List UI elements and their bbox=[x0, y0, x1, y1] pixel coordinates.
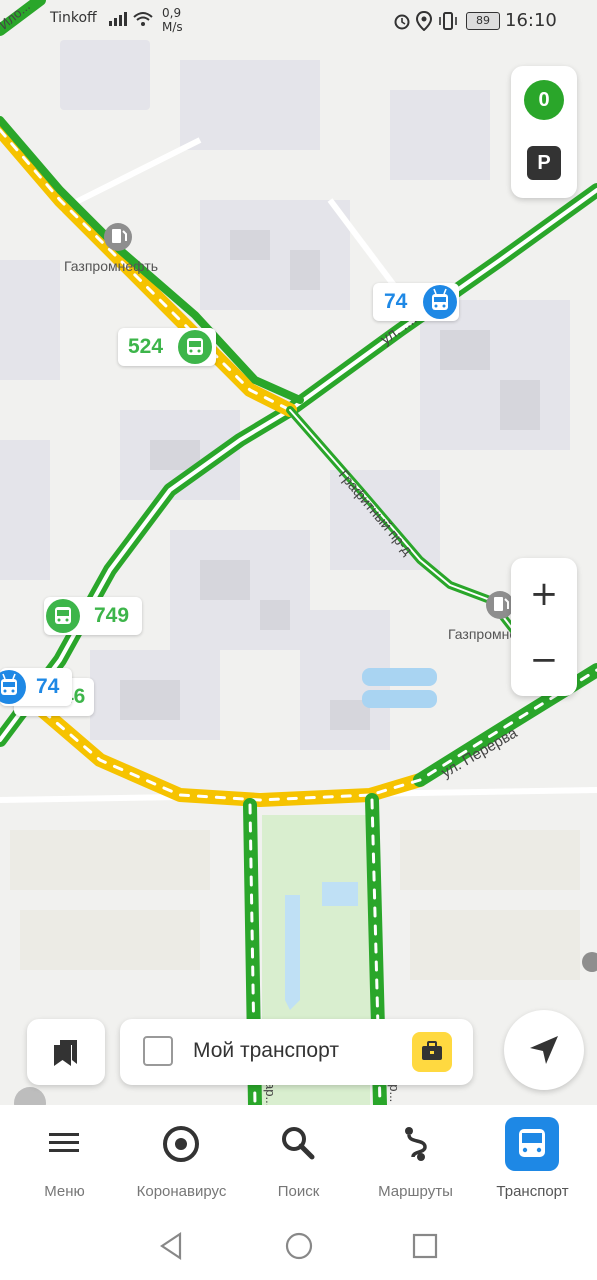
pond bbox=[362, 668, 437, 686]
route-number: 74 bbox=[36, 675, 60, 698]
bus-icon bbox=[505, 1117, 559, 1171]
bus-icon bbox=[178, 330, 212, 364]
my-transport-bar[interactable]: Мой транспорт bbox=[120, 1019, 473, 1085]
speed-value: 0,9 bbox=[162, 6, 182, 20]
vibrate-icon bbox=[438, 11, 458, 35]
nav-label: Меню bbox=[44, 1183, 85, 1200]
transit-stop-chip[interactable]: 524 bbox=[118, 328, 216, 366]
my-transport-label: Мой транспорт bbox=[193, 1039, 339, 1062]
route-icon bbox=[405, 1127, 427, 1161]
map-canvas[interactable]: ул. ...Поля Графитный пр-д ул. Перерва у… bbox=[0, 0, 597, 1105]
bottom-navigation: Меню Коронавирус Поиск Маршруты Транспор… bbox=[0, 1105, 597, 1215]
navigation-arrow-icon bbox=[530, 1036, 558, 1064]
parking-button[interactable]: P bbox=[527, 146, 561, 180]
transit-stop-chip[interactable]: 749 bbox=[44, 597, 142, 635]
bus-icon bbox=[46, 599, 80, 633]
zoom-in-button[interactable]: + bbox=[511, 564, 577, 624]
nav-label: Поиск bbox=[277, 1183, 320, 1200]
wifi-icon bbox=[132, 11, 154, 31]
clock-label: 16:10 bbox=[505, 10, 557, 31]
my-transport-checkbox[interactable] bbox=[143, 1036, 173, 1066]
search-icon bbox=[282, 1127, 315, 1160]
poi-label: Газпромнефть bbox=[64, 258, 158, 274]
nav-item-menu[interactable]: Меню bbox=[6, 1105, 123, 1215]
system-navigation-bar bbox=[0, 1215, 597, 1280]
route-number: 749 bbox=[94, 604, 130, 627]
menu-icon bbox=[49, 1133, 79, 1152]
location-icon bbox=[415, 10, 433, 35]
nav-item-routes[interactable]: Маршруты bbox=[357, 1105, 474, 1215]
nav-item-coronavirus[interactable]: Коронавирус bbox=[123, 1105, 240, 1215]
bookmarks-icon bbox=[54, 1040, 77, 1066]
route-number: 524 bbox=[128, 335, 164, 358]
route-number: 74 bbox=[384, 290, 408, 313]
park-pond bbox=[285, 895, 300, 1010]
transit-stop-chip[interactable]: 74 bbox=[0, 668, 72, 706]
recents-icon[interactable] bbox=[412, 1233, 438, 1259]
gas-station-icon[interactable] bbox=[486, 591, 514, 619]
nav-item-transport[interactable]: Транспорт bbox=[474, 1105, 591, 1215]
nav-item-search[interactable]: Поиск bbox=[240, 1105, 357, 1215]
battery-level: 89 bbox=[476, 14, 490, 27]
zoom-control: + − bbox=[511, 558, 577, 696]
transit-stop-chip[interactable]: 74 bbox=[373, 283, 459, 321]
signal-icon bbox=[108, 11, 130, 31]
gas-station-icon[interactable] bbox=[104, 223, 132, 251]
briefcase-icon[interactable] bbox=[412, 1032, 452, 1072]
target-icon bbox=[163, 1126, 199, 1162]
battery-icon: 89 bbox=[466, 12, 500, 30]
status-bar: Tinkoff 0,9 M/s 89 16:10 bbox=[0, 0, 597, 44]
locate-me-button[interactable] bbox=[504, 1010, 584, 1090]
nav-label: Коронавирус bbox=[136, 1183, 227, 1200]
map-layers-panel: 0 P bbox=[511, 66, 577, 198]
zoom-out-button[interactable]: − bbox=[511, 630, 577, 690]
nav-label: Транспорт bbox=[496, 1183, 569, 1200]
speed-indicator: 0,9 M/s bbox=[162, 6, 183, 34]
speed-unit: M/s bbox=[162, 20, 183, 34]
alarm-icon bbox=[393, 12, 411, 34]
trolleybus-icon bbox=[423, 285, 457, 319]
traffic-button[interactable]: 0 bbox=[524, 80, 564, 120]
bookmarks-button[interactable] bbox=[27, 1019, 105, 1085]
home-icon[interactable] bbox=[284, 1231, 314, 1261]
carrier-label: Tinkoff bbox=[50, 10, 97, 26]
nav-label: Маршруты bbox=[378, 1183, 453, 1200]
back-icon[interactable] bbox=[158, 1231, 184, 1261]
trolleybus-icon bbox=[0, 670, 26, 704]
